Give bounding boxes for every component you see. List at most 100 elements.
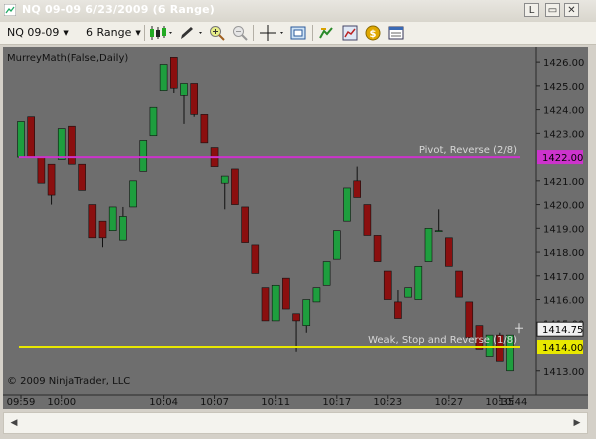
time-tick-label: 10:44: [499, 397, 528, 408]
scroll-left-icon[interactable]: ◀: [6, 415, 22, 431]
candle-body: [78, 163, 86, 191]
candle: [271, 284, 280, 322]
candle-body: [88, 204, 97, 239]
instrument-dropdown[interactable]: NQ 09-09 ▼: [7, 25, 69, 41]
candle: [139, 140, 148, 172]
candle: [241, 206, 249, 243]
murrey-math-levels: Pivot, Reverse (2/8) 1422.00 Weak, Stop an…: [19, 145, 584, 355]
zoom-out-icon[interactable]: [232, 25, 248, 41]
strategies-icon[interactable]: [342, 25, 358, 41]
scroll-right-icon[interactable]: ▶: [569, 415, 585, 431]
price-tick-label: 1417.00: [543, 272, 584, 283]
candle-body: [17, 121, 25, 158]
app-icon: [4, 4, 16, 16]
candle-body: [129, 180, 137, 208]
candle-body: [445, 237, 453, 267]
price-tick-label: 1421.00: [543, 177, 584, 188]
candle-body: [373, 235, 382, 262]
candle: [27, 116, 35, 158]
chevron-down-icon: ▼: [135, 29, 141, 37]
indicator-label: MurreyMath(False,Daily): [7, 53, 128, 64]
candle: [149, 106, 158, 137]
candle: [180, 83, 188, 124]
candle-body: [404, 287, 412, 298]
candle: [312, 287, 321, 303]
close-button[interactable]: ✕: [564, 3, 579, 17]
link-button[interactable]: L: [524, 3, 539, 17]
candle-body: [190, 83, 198, 115]
zoom-in-icon[interactable]: [209, 25, 225, 41]
candle: [322, 261, 331, 286]
last-price-label: 1414.75: [542, 325, 583, 336]
chevron-down-icon: ▼: [63, 29, 69, 37]
candle-body: [139, 140, 148, 172]
drawing-pen-icon[interactable]: [178, 25, 206, 41]
snapshot-icon[interactable]: [290, 25, 306, 41]
indicators-icon[interactable]: [318, 25, 334, 41]
candle: [17, 121, 25, 158]
chart-toolbar: NQ 09-09 ▼ 6 Range ▼ $: [0, 22, 596, 45]
time-tick-label: 10:04: [149, 397, 178, 408]
candle-body: [170, 57, 178, 89]
candle-body: [312, 287, 321, 303]
candle-body: [119, 216, 127, 241]
price-chart-panel[interactable]: 1426.00 1425.00 1424.00 1423.00 1421.00 1420.…: [3, 47, 588, 409]
candle-body: [394, 301, 402, 319]
candle-body: [292, 313, 300, 322]
candle: [37, 156, 46, 184]
candle-body: [47, 163, 56, 196]
candle: [98, 220, 107, 248]
murrey-level-label: Weak, Stop and Reverse (1/8): [368, 335, 517, 346]
candle: [343, 187, 351, 222]
candle: [261, 287, 270, 322]
price-tick-label: 1419.00: [543, 224, 584, 235]
time-axis[interactable]: 09:59 10:00 10:04 10:07 10:11 10:17 10:23 10:27…: [7, 395, 528, 408]
price-marker-label: 1422.00: [542, 153, 583, 164]
data-box-icon[interactable]: [388, 25, 404, 41]
candle-series: [17, 57, 514, 372]
candle: [394, 290, 402, 319]
candle-body: [302, 299, 311, 326]
candle-body: [363, 204, 372, 236]
candle-body: [220, 175, 229, 184]
maximize-button[interactable]: ▭: [545, 3, 560, 17]
candle: [68, 125, 76, 165]
candle-body: [251, 244, 260, 274]
candle-body: [37, 156, 46, 184]
candle: [333, 230, 341, 260]
candle-body: [261, 287, 270, 322]
horizontal-scrollbar[interactable]: ◀ ▶: [3, 412, 588, 434]
price-tick-label: 1424.00: [543, 106, 584, 117]
candle-body: [68, 125, 76, 165]
candle-body: [180, 83, 188, 96]
candle: [465, 301, 474, 338]
dollar-icon[interactable]: $: [365, 25, 381, 41]
candlestick-style-icon[interactable]: [149, 25, 175, 41]
candle: [383, 270, 392, 300]
window-titlebar: NQ 09-09 6/23/2009 (6 Range) L ▭ ✕: [0, 0, 596, 23]
candle-body: [333, 230, 341, 260]
candle: [404, 287, 412, 298]
price-tick-label: 1420.00: [543, 201, 584, 212]
candle: [373, 235, 382, 262]
candle: [159, 64, 168, 91]
candle: [57, 128, 66, 160]
candle: [302, 299, 311, 333]
candlestick-chart[interactable]: 1426.00 1425.00 1424.00 1423.00 1421.00 1420.…: [3, 47, 588, 409]
period-dropdown[interactable]: 6 Range ▼: [86, 25, 141, 41]
candle: [220, 175, 229, 210]
period-label: 6 Range: [86, 26, 132, 39]
crosshair-icon[interactable]: [259, 25, 287, 41]
candle-body: [149, 106, 158, 137]
candle-body: [455, 270, 463, 298]
candle-body: [465, 301, 474, 338]
candle: [282, 277, 290, 310]
candle-body: [98, 220, 107, 239]
time-tick-label: 10:07: [200, 397, 229, 408]
time-tick-label: 10:23: [373, 397, 402, 408]
candle: [119, 206, 127, 241]
candle: [445, 237, 453, 267]
toolbar-divider: [253, 25, 254, 41]
price-tick-label: 1423.00: [543, 129, 584, 140]
murrey-level-label: Pivot, Reverse (2/8): [419, 145, 517, 156]
